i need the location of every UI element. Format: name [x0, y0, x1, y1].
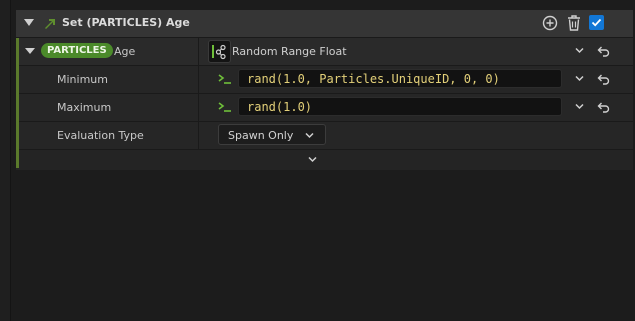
left-gutter	[0, 0, 11, 321]
reset-arrow-icon[interactable]	[597, 100, 610, 113]
reset-arrow-icon[interactable]	[597, 72, 610, 85]
enable-checkbox[interactable]	[589, 15, 604, 30]
reset-arrow-icon[interactable]	[597, 44, 610, 57]
collapse-triangle-icon[interactable]	[25, 48, 35, 54]
module-header[interactable]: Set (PARTICLES) Age	[16, 10, 633, 38]
input-label-minimum: Minimum	[57, 73, 108, 86]
green-arrow-icon	[45, 19, 55, 29]
checkmark-icon	[591, 18, 602, 27]
module-panel: Set (PARTICLES) Age PARTICLES Age Random…	[16, 10, 633, 170]
expression-input-minimum[interactable]: rand(1.0, Particles.UniqueID, 0, 0)	[238, 69, 562, 88]
input-row-evaluation-type: Evaluation Type Spawn Only	[19, 122, 633, 150]
namespace-badge: PARTICLES	[41, 43, 113, 58]
chevron-down-icon[interactable]	[575, 74, 584, 83]
chevron-down-icon[interactable]	[575, 46, 584, 55]
advanced-expander[interactable]	[19, 150, 633, 169]
trash-icon[interactable]	[566, 14, 582, 32]
parameter-row-age: PARTICLES Age Random Range Float	[19, 38, 633, 66]
expression-input-maximum[interactable]: rand(1.0)	[238, 97, 562, 116]
dynamic-input-icon[interactable]	[208, 40, 231, 63]
chevron-down-icon	[305, 132, 314, 139]
evaluation-type-label: Evaluation Type	[57, 129, 144, 142]
evaluation-type-value: Spawn Only	[228, 129, 294, 142]
chevron-down-icon[interactable]	[575, 102, 584, 111]
prompt-icon	[218, 102, 231, 112]
prompt-icon	[218, 74, 231, 84]
column-divider[interactable]	[198, 66, 199, 93]
column-divider[interactable]	[198, 122, 199, 149]
column-divider[interactable]	[198, 94, 199, 121]
chevron-down-icon[interactable]	[308, 155, 317, 164]
evaluation-type-select[interactable]: Spawn Only	[218, 124, 326, 145]
dynamic-input-name[interactable]: Random Range Float	[232, 45, 347, 58]
plus-circle-icon[interactable]	[542, 15, 558, 31]
input-row-minimum: Minimum rand(1.0, Particles.UniqueID, 0,…	[19, 66, 633, 94]
parameter-name: Age	[114, 45, 136, 58]
input-row-maximum: Maximum rand(1.0)	[19, 94, 633, 122]
module-title: Set (PARTICLES) Age	[62, 16, 190, 29]
column-divider[interactable]	[198, 38, 199, 65]
collapse-triangle-icon[interactable]	[24, 19, 34, 26]
input-label-maximum: Maximum	[57, 101, 112, 114]
